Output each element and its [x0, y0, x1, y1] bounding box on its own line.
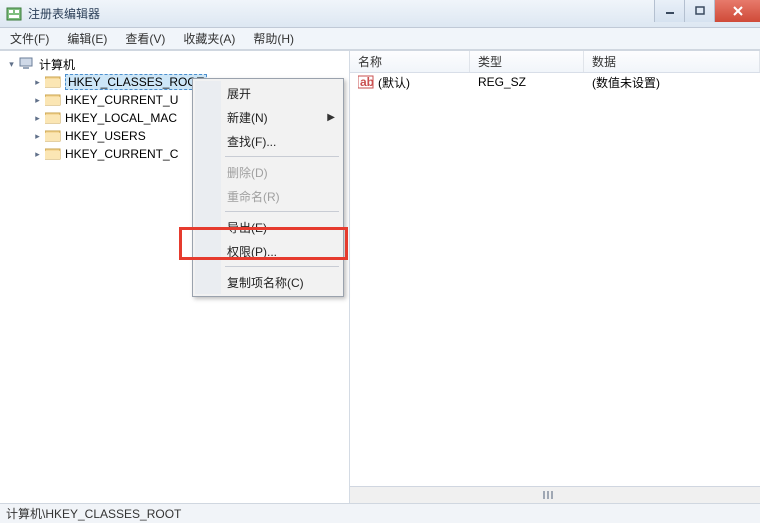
col-header-data[interactable]: 数据 — [584, 51, 760, 72]
folder-icon — [45, 129, 61, 143]
tree-item-label: HKEY_LOCAL_MAC — [65, 111, 177, 125]
computer-icon — [19, 57, 35, 71]
minimize-button[interactable] — [654, 0, 684, 22]
content-area: ▾ 计算机 ▸ HKEY_CLASSES_ROOT ▸ HKEY_CURRENT… — [0, 50, 760, 503]
value-row[interactable]: ab (默认) REG_SZ (数值未设置) — [350, 73, 760, 91]
maximize-button[interactable] — [684, 0, 714, 22]
menu-separator — [225, 266, 339, 267]
expand-icon[interactable]: ▸ — [32, 113, 43, 124]
regedit-icon — [6, 6, 22, 22]
tree-item-label: HKEY_USERS — [65, 129, 146, 143]
menu-bar: 文件(F) 编辑(E) 查看(V) 收藏夹(A) 帮助(H) — [0, 28, 760, 50]
status-bar: 计算机\HKEY_CLASSES_ROOT — [0, 503, 760, 523]
folder-icon — [45, 75, 61, 89]
menu-file[interactable]: 文件(F) — [6, 28, 53, 49]
value-type: REG_SZ — [478, 75, 526, 89]
menu-item-rename: 重命名(R) — [195, 184, 341, 208]
menu-item-new[interactable]: 新建(N)▶ — [195, 105, 341, 129]
svg-text:ab: ab — [360, 75, 374, 89]
menu-item-export[interactable]: 导出(E) — [195, 215, 341, 239]
folder-icon — [45, 93, 61, 107]
tree-item-label: HKEY_CLASSES_ROOT — [65, 74, 207, 90]
expand-icon[interactable]: ▸ — [32, 149, 43, 160]
value-data: (数值未设置) — [592, 74, 660, 91]
window-title: 注册表编辑器 — [28, 5, 100, 22]
col-header-name[interactable]: 名称 — [350, 51, 470, 72]
menu-item-copy-key-name[interactable]: 复制项名称(C) — [195, 270, 341, 294]
menu-view[interactable]: 查看(V) — [121, 28, 169, 49]
menu-separator — [225, 156, 339, 157]
col-header-type[interactable]: 类型 — [470, 51, 584, 72]
menu-edit[interactable]: 编辑(E) — [63, 28, 111, 49]
menu-separator — [225, 211, 339, 212]
folder-icon — [45, 147, 61, 161]
tree-root-label: 计算机 — [39, 56, 75, 73]
submenu-arrow-icon: ▶ — [327, 112, 335, 123]
window-controls — [654, 0, 760, 22]
tree-item-label: HKEY_CURRENT_C — [65, 147, 178, 161]
collapse-icon[interactable]: ▾ — [6, 59, 17, 70]
value-name: (默认) — [378, 74, 410, 91]
menu-item-expand[interactable]: 展开 — [195, 81, 341, 105]
menu-favorites[interactable]: 收藏夹(A) — [179, 28, 239, 49]
close-button[interactable] — [714, 0, 760, 22]
values-pane: 名称 类型 数据 ab (默认) REG_SZ (数值未设置) — [350, 51, 760, 503]
string-value-icon: ab — [358, 75, 374, 89]
list-header: 名称 类型 数据 — [350, 51, 760, 73]
menu-item-permissions[interactable]: 权限(P)... — [195, 239, 341, 263]
expand-icon[interactable]: ▸ — [32, 95, 43, 106]
status-path: 计算机\HKEY_CLASSES_ROOT — [6, 505, 181, 522]
scroll-grip-icon — [543, 491, 567, 499]
menu-item-find[interactable]: 查找(F)... — [195, 129, 341, 153]
tree-item-label: HKEY_CURRENT_U — [65, 93, 178, 107]
context-menu: 展开 新建(N)▶ 查找(F)... 删除(D) 重命名(R) 导出(E) 权限… — [192, 78, 344, 297]
folder-icon — [45, 111, 61, 125]
expand-icon[interactable]: ▸ — [32, 131, 43, 142]
expand-icon[interactable]: ▸ — [32, 77, 43, 88]
list-body: ab (默认) REG_SZ (数值未设置) — [350, 73, 760, 486]
menu-help[interactable]: 帮助(H) — [249, 28, 298, 49]
menu-item-delete: 删除(D) — [195, 160, 341, 184]
horizontal-scrollbar[interactable] — [350, 486, 760, 503]
tree-root[interactable]: ▾ 计算机 — [4, 55, 349, 73]
title-bar: 注册表编辑器 — [0, 0, 760, 28]
